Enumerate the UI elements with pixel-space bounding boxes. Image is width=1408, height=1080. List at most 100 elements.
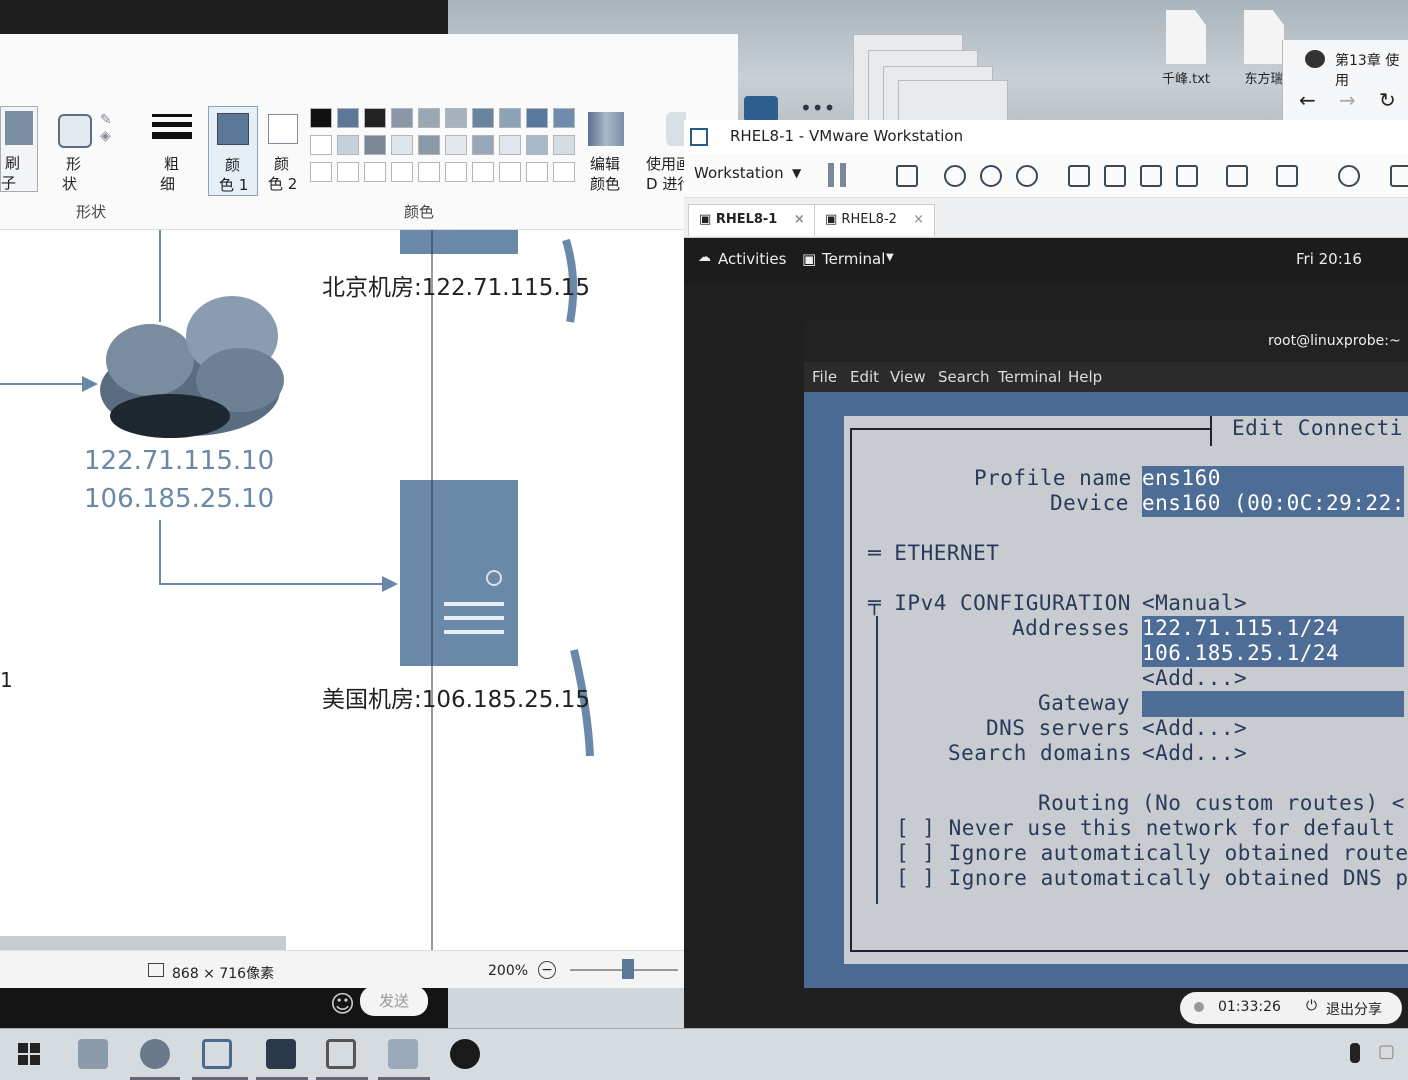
palette-swatch[interactable] — [418, 135, 440, 155]
palette-swatch[interactable] — [364, 108, 386, 128]
file-explorer-icon[interactable] — [78, 1039, 108, 1069]
zoom-out-icon[interactable]: − — [538, 961, 556, 979]
gateway-field[interactable] — [1142, 691, 1404, 717]
menu-file[interactable]: File — [812, 368, 837, 386]
palette-swatch[interactable] — [472, 108, 494, 128]
palette-swatch[interactable] — [445, 135, 467, 155]
palette-swatch[interactable] — [526, 108, 548, 128]
palette-swatch[interactable] — [499, 162, 521, 182]
thumbnail-icon[interactable] — [1104, 165, 1126, 187]
paint-canvas[interactable]: 北京机房:122.71.115.15 美国机房:106.185.25.15 12… — [0, 230, 738, 950]
palette-swatch[interactable] — [364, 135, 386, 155]
paint-task-icon[interactable] — [388, 1039, 418, 1069]
snapshot-icon[interactable] — [944, 165, 966, 187]
console-icon[interactable] — [1226, 165, 1248, 187]
tab-rhel8-1[interactable]: ▣ RHEL8-1 × — [688, 204, 816, 236]
menu-edit[interactable]: Edit — [850, 368, 879, 386]
ethernet-section[interactable]: ═ ETHERNET — [868, 541, 999, 565]
guest-screen[interactable]: ☁ Activities ▣ Terminal ▼ Fri 20:16 root… — [684, 238, 1408, 1028]
ignore-routes-checkbox[interactable]: [ ] Ignore automatically obtained route — [896, 841, 1408, 865]
palette-swatch[interactable] — [418, 162, 440, 182]
fullscreen-icon[interactable] — [1140, 165, 1162, 187]
browser-tab-title[interactable]: 第13章 使用 — [1335, 50, 1408, 90]
app-circle-icon[interactable] — [450, 1039, 480, 1069]
palette-swatch[interactable] — [391, 135, 413, 155]
pause-icon[interactable] — [828, 163, 834, 187]
chevron-down-icon[interactable]: ▼ — [792, 166, 801, 180]
desktop-icon-qianfeng[interactable]: 千峰.txt — [1146, 10, 1226, 87]
palette-swatch[interactable] — [445, 108, 467, 128]
color1-button[interactable]: 颜 色 1 — [208, 106, 258, 196]
menu-terminal[interactable]: Terminal — [998, 368, 1061, 386]
never-default-checkbox[interactable]: [ ] Never use this network for default — [896, 816, 1395, 840]
menu-help[interactable]: Help — [1068, 368, 1102, 386]
add-address-button[interactable]: <Add...> — [1142, 666, 1247, 690]
dns-add-button[interactable]: <Add...> — [1142, 716, 1247, 740]
edit-colors-button[interactable]: 编辑 颜色 — [586, 110, 628, 196]
palette-swatch[interactable] — [499, 108, 521, 128]
palette-swatch[interactable] — [391, 162, 413, 182]
outline-fill-icon[interactable]: ✎ ◈ — [100, 112, 130, 152]
palette-swatch[interactable] — [553, 162, 575, 182]
app-c-icon[interactable] — [326, 1039, 356, 1069]
emoji-icon[interactable]: ☺ — [330, 990, 355, 1018]
terminal-app-menu[interactable]: Terminal — [822, 250, 885, 268]
close-icon[interactable]: × — [794, 212, 805, 227]
palette-swatch[interactable] — [364, 162, 386, 182]
menu-search[interactable]: Search — [938, 368, 990, 386]
search-add-button[interactable]: <Add...> — [1142, 741, 1247, 765]
send-button[interactable]: 发送 — [360, 986, 428, 1016]
clock[interactable]: Fri 20:16 — [1296, 250, 1362, 268]
terminal-body[interactable]: Edit Connecti Profile name ens160 Device… — [804, 392, 1408, 988]
close-icon[interactable]: × — [913, 212, 924, 227]
unity-icon[interactable] — [1176, 165, 1198, 187]
chrome-icon[interactable] — [140, 1039, 170, 1069]
stretch-icon[interactable] — [1276, 165, 1298, 187]
paint3d-button[interactable]: 使用画 D 进行 — [646, 110, 686, 196]
routing-value[interactable]: (No custom routes) < — [1142, 791, 1405, 815]
exit-share-button[interactable]: 退出分享 — [1326, 999, 1382, 1019]
tab-rhel8-2[interactable]: ▣ RHEL8-2 × — [814, 204, 935, 236]
workstation-menu[interactable]: Workstation — [694, 164, 784, 182]
palette-swatch[interactable] — [553, 108, 575, 128]
send-keys-icon[interactable] — [896, 165, 918, 187]
forward-icon[interactable]: → — [1339, 88, 1356, 112]
palette-swatch[interactable] — [337, 108, 359, 128]
palette-swatch[interactable] — [310, 135, 332, 155]
palette-swatch[interactable] — [310, 108, 332, 128]
shapes-button[interactable]: 形 状 — [54, 108, 94, 194]
palette-swatch[interactable] — [337, 135, 359, 155]
refresh-icon[interactable]: ↻ — [1379, 88, 1396, 112]
palette-swatch[interactable] — [445, 162, 467, 182]
color2-button[interactable]: 颜 色 2 — [262, 106, 306, 196]
sidebar-toggle-icon[interactable] — [1068, 165, 1090, 187]
back-icon[interactable]: ← — [1299, 88, 1316, 112]
activities-button[interactable]: Activities — [718, 250, 786, 268]
more-icon[interactable]: ••• — [800, 96, 835, 120]
snapshot-manager-icon[interactable] — [1016, 165, 1038, 187]
menu-view[interactable]: View — [890, 368, 926, 386]
palette-swatch[interactable] — [418, 108, 440, 128]
palette-swatch[interactable] — [310, 162, 332, 182]
palette-swatch[interactable] — [499, 135, 521, 155]
notification-icon[interactable]: ▢ — [1378, 1041, 1395, 1062]
palette-swatch[interactable] — [391, 108, 413, 128]
brushes-button[interactable]: 刷 子 — [0, 106, 38, 192]
palette-swatch[interactable] — [526, 135, 548, 155]
size-button[interactable]: 粗 细 — [148, 110, 196, 196]
chevron-down-icon[interactable]: ▼ — [886, 252, 894, 263]
vmware-task-icon[interactable] — [202, 1039, 232, 1069]
ipv4-mode[interactable]: <Manual> — [1142, 591, 1247, 615]
layout-icon[interactable] — [1390, 165, 1408, 187]
palette-swatch[interactable] — [337, 162, 359, 182]
start-icon[interactable] — [18, 1043, 40, 1065]
revert-snapshot-icon[interactable] — [980, 165, 1002, 187]
palette-swatch[interactable] — [526, 162, 548, 182]
ignore-dns-checkbox[interactable]: [ ] Ignore automatically obtained DNS pa — [896, 866, 1408, 890]
palette-swatch[interactable] — [472, 135, 494, 155]
microphone-icon[interactable] — [1350, 1043, 1360, 1063]
camera-icon[interactable] — [744, 96, 778, 122]
horizontal-scrollbar[interactable] — [0, 936, 286, 950]
zoom-slider-thumb[interactable] — [622, 959, 634, 979]
screen-share-icon[interactable] — [266, 1039, 296, 1069]
